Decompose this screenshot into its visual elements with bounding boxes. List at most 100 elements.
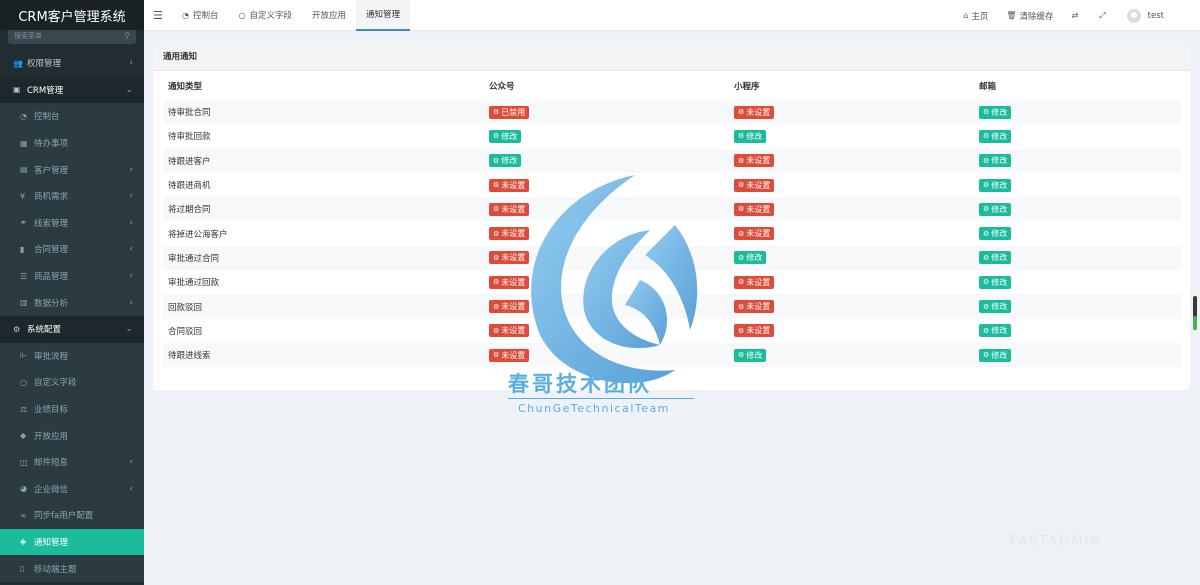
- sidebar-item-0[interactable]: 👥 权限管理 ‹: [0, 50, 144, 77]
- sidebar-item-8[interactable]: ☰ 商品管理 ‹: [0, 262, 144, 290]
- edit-button[interactable]: ⚙ 修改: [979, 202, 1012, 216]
- edit-button[interactable]: ⚙ 修改: [979, 275, 1012, 289]
- bar-chart-icon: ▥: [20, 298, 28, 308]
- col-email: 邮箱: [979, 81, 997, 92]
- sidebar-item-19[interactable]: ▯ 移动端主题: [0, 555, 144, 582]
- button-label: 修改: [991, 326, 1008, 336]
- link-icon: ⚭: [20, 218, 27, 228]
- edit-button[interactable]: ⚙ 修改: [734, 348, 767, 362]
- status-button-unset[interactable]: ⚙ 未设置: [734, 202, 775, 216]
- sidebar-item-12[interactable]: ○ 自定义字段: [0, 369, 144, 396]
- status-button-unset[interactable]: ⚙ 未设置: [734, 227, 775, 241]
- sidebar-item-18[interactable]: ◈ 通知管理: [0, 528, 144, 556]
- edit-button[interactable]: ⚙ 修改: [979, 348, 1012, 362]
- setting-cell: ⚙ 未设置: [729, 100, 974, 124]
- sidebar-item-5[interactable]: ¥ 商机需求 ‹: [0, 182, 144, 210]
- edit-button[interactable]: ⚙ 修改: [734, 129, 767, 143]
- home-link[interactable]: ⌂ 主页: [954, 10, 997, 22]
- edit-button[interactable]: ⚙ 修改: [979, 178, 1012, 192]
- button-label: 修改: [991, 350, 1008, 360]
- chevron-down-icon: ⌄: [125, 84, 133, 95]
- clear-cache-button[interactable]: 🗑 清除缓存: [997, 10, 1062, 22]
- sidebar-item-17[interactable]: ∞ 同步fa用户配置: [0, 502, 144, 529]
- button-label: 已禁用: [501, 107, 526, 117]
- col-official-account: 公众号: [489, 81, 515, 92]
- tab-label: 通知管理: [366, 10, 401, 20]
- cogs-icon: ⚙: [493, 108, 500, 117]
- user-menu[interactable]: test: [1118, 8, 1200, 23]
- sidebar-item-4[interactable]: ▤ 客户管理 ‹: [0, 156, 144, 183]
- sidebar-item-9[interactable]: ▥ 数据分析 ‹: [0, 289, 144, 316]
- status-button-unset[interactable]: ⚙ 已禁用: [489, 105, 530, 119]
- setting-cell: ⚙ 修改: [974, 197, 1181, 221]
- setting-cell: ⚙ 修改: [974, 294, 1181, 318]
- col-mini-program: 小程序: [734, 81, 760, 92]
- chevron-left-icon: ‹: [129, 217, 133, 228]
- notification-type: 待跟进线索: [168, 351, 211, 362]
- fullscreen-button[interactable]: ⤢: [1090, 11, 1117, 21]
- cogs-icon: ⚙: [493, 132, 500, 141]
- sidebar-item-10[interactable]: ⚙ 系统配置 ⌄: [0, 315, 144, 343]
- edit-button[interactable]: ⚙ 修改: [734, 251, 767, 265]
- tab-3[interactable]: 通知管理: [356, 0, 411, 31]
- status-button-unset[interactable]: ⚙ 未设置: [734, 300, 775, 314]
- edit-button[interactable]: ⚙ 修改: [979, 105, 1012, 119]
- menu-toggle-icon[interactable]: ☰: [144, 9, 172, 22]
- sidebar-item-2[interactable]: ◔ 控制台: [0, 103, 144, 130]
- sidebar-item-label: 自定义字段: [34, 378, 77, 389]
- sidebar-item-14[interactable]: ◆ 开放应用: [0, 422, 144, 449]
- cogs-icon: ⚙: [738, 229, 745, 238]
- tab-0[interactable]: ◔ 控制台: [172, 0, 229, 31]
- sidebar-item-6[interactable]: ⚭ 线索管理 ‹: [0, 209, 144, 237]
- sidebar-item-15[interactable]: ◫ 邮件短息 ‹: [0, 448, 144, 476]
- edit-button[interactable]: ⚙ 修改: [979, 300, 1012, 314]
- sidebar-item-label: 企业微信: [34, 484, 69, 495]
- edit-button[interactable]: ⚙ 修改: [489, 129, 522, 143]
- edit-button[interactable]: ⚙ 修改: [979, 154, 1012, 168]
- language-button[interactable]: ⇄: [1063, 11, 1091, 20]
- cogs-icon: ⚙: [738, 156, 745, 165]
- table-row: 待审批合同 ⚙ 已禁用 ⚙ 未设置 ⚙ 修改: [163, 100, 1181, 125]
- sidebar-item-11[interactable]: ⊩ 审批流程: [0, 342, 144, 370]
- button-label: 未设置: [746, 326, 771, 336]
- status-button-unset[interactable]: ⚙ 未设置: [734, 324, 775, 338]
- app-title[interactable]: CRM客户管理系统: [0, 0, 144, 30]
- edit-button[interactable]: ⚙ 修改: [979, 324, 1012, 338]
- sidebar-item-16[interactable]: ◕ 企业微信 ‹: [0, 475, 144, 503]
- tab-2[interactable]: 开放应用: [302, 0, 356, 31]
- status-button-unset[interactable]: ⚙ 未设置: [734, 275, 775, 289]
- button-label: 修改: [991, 156, 1008, 166]
- clear-cache-label: 清除缓存: [1019, 11, 1054, 22]
- cogs-icon: ⚙: [738, 181, 745, 190]
- status-button-unset[interactable]: ⚙ 未设置: [734, 178, 775, 192]
- search-icon[interactable]: ⚲: [124, 31, 130, 40]
- cogs-icon: ⚙: [493, 229, 500, 238]
- chevron-left-icon: ‹: [129, 457, 133, 468]
- sidebar-item-7[interactable]: ▮ 合同管理 ‹: [0, 236, 144, 263]
- setting-cell: ⚙ 修改: [729, 124, 974, 148]
- cogs-icon: ⚙: [738, 108, 745, 117]
- notification-type: 将过期合同: [168, 205, 211, 216]
- cogs-icon: ⚙: [13, 324, 21, 334]
- notification-type: 审批通过合同: [168, 253, 220, 264]
- sidebar-item-3[interactable]: ▦ 待办事项: [0, 129, 144, 157]
- sidebar-item-1[interactable]: ▣ CRM管理 ⌄: [0, 76, 144, 104]
- bookmark-icon: ▮: [20, 244, 25, 254]
- sidebar-item-13[interactable]: ⚖ 业绩目标: [0, 395, 144, 423]
- setting-cell: ⚙ 修改: [974, 149, 1181, 173]
- edit-button[interactable]: ⚙ 修改: [979, 251, 1012, 265]
- edit-button[interactable]: ⚙ 修改: [489, 154, 522, 168]
- status-button-unset[interactable]: ⚙ 未设置: [734, 154, 775, 168]
- edit-button[interactable]: ⚙ 修改: [979, 129, 1012, 143]
- status-button-unset[interactable]: ⚙ 未设置: [734, 105, 775, 119]
- table-row: 待审批回款 ⚙ 修改 ⚙ 修改 ⚙ 修改: [163, 124, 1181, 148]
- cogs-icon: ⚙: [983, 253, 990, 262]
- edit-button[interactable]: ⚙ 修改: [979, 227, 1012, 241]
- panel-title: 通用通知: [153, 42, 1190, 71]
- tab-1[interactable]: ○ 自定义字段: [229, 0, 303, 31]
- list-icon: ☰: [20, 271, 28, 281]
- sidebar-search-input[interactable]: 搜索菜单 ⚲: [8, 30, 136, 44]
- cogs-icon: ⚙: [738, 205, 745, 214]
- calendar-icon: ▦: [20, 138, 28, 148]
- avatar: [1126, 8, 1141, 23]
